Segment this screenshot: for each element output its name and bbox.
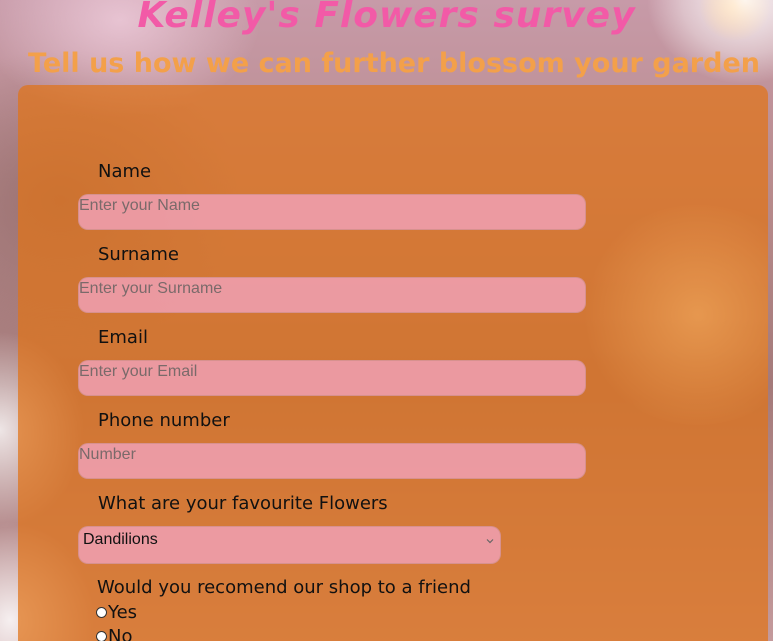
flowers-select[interactable]: Dandilions — [78, 526, 501, 564]
recommend-yes-label: Yes — [108, 602, 138, 623]
radio-button-icon[interactable] — [96, 631, 107, 641]
phone-input[interactable] — [78, 443, 586, 479]
chevron-down-icon — [486, 539, 494, 544]
name-input[interactable] — [78, 194, 586, 230]
surname-input[interactable] — [78, 277, 586, 313]
recommend-no-label: No — [108, 626, 133, 641]
page-subtitle: Tell us how we can further blossom your … — [28, 48, 760, 79]
recommend-yes-option[interactable]: Yes — [96, 602, 137, 623]
flowers-select-value: Dandilions — [83, 531, 158, 548]
recommend-no-option[interactable]: No — [96, 626, 132, 641]
flowers-label: What are your favourite Flowers — [98, 493, 388, 514]
recommend-label: Would you recomend our shop to a friend — [97, 577, 471, 598]
email-input[interactable] — [78, 360, 586, 396]
email-label: Email — [98, 327, 148, 348]
page-title: Kelley's Flowers survey — [137, 0, 636, 36]
survey-form-panel: Name Surname Email Phone number What are… — [18, 85, 768, 641]
radio-button-icon[interactable] — [96, 607, 107, 618]
phone-label: Phone number — [98, 410, 230, 431]
surname-label: Surname — [98, 244, 179, 265]
name-label: Name — [98, 161, 152, 182]
